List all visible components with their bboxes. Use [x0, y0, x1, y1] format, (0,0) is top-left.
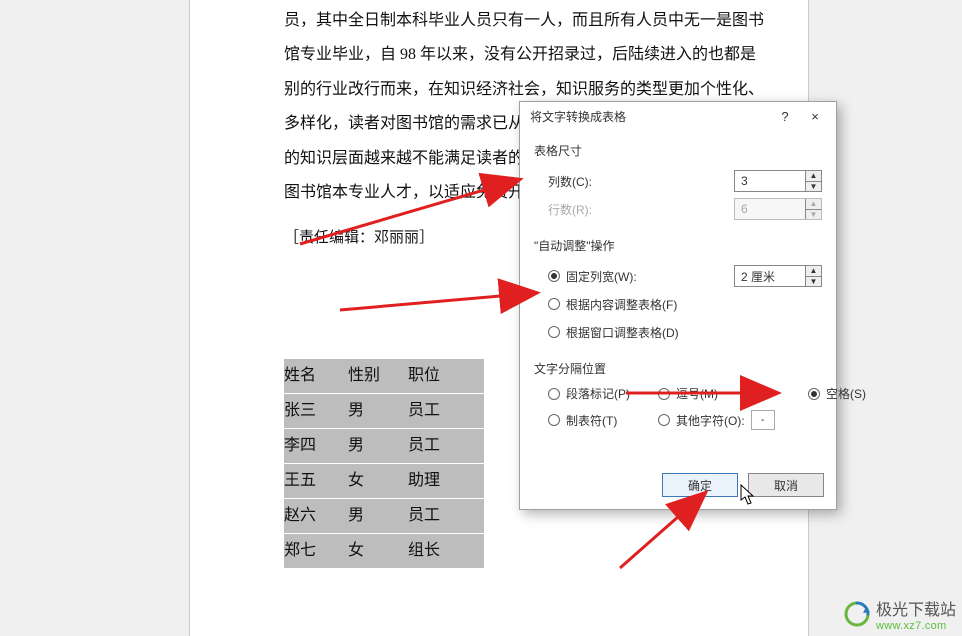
- cell: 李四: [284, 429, 344, 463]
- radio-icon[interactable]: [658, 414, 670, 426]
- watermark-logo-icon: [844, 601, 870, 627]
- rows-row: 行数(R): 6 ▲ ▼: [534, 195, 822, 223]
- table-row: 王五 女 助理: [284, 464, 484, 498]
- help-button[interactable]: ?: [770, 105, 800, 127]
- spin-up-icon[interactable]: ▲: [806, 266, 821, 277]
- columns-row: 列数(C): 3 ▲ ▼: [534, 167, 822, 195]
- cell: 张三: [284, 394, 344, 428]
- sep-other-option[interactable]: 其他字符(O): -: [658, 410, 808, 430]
- cell: 员工: [408, 429, 468, 463]
- dialog-title: 将文字转换成表格: [530, 108, 770, 125]
- table-row: 李四 男 员工: [284, 429, 484, 463]
- sep-comma-option[interactable]: 逗号(M): [658, 385, 808, 402]
- spin-up-icon: ▲: [806, 199, 821, 210]
- cancel-button[interactable]: 取消: [748, 473, 824, 497]
- radio-icon[interactable]: [548, 298, 560, 310]
- fixed-width-option[interactable]: 固定列宽(W): 2 厘米 ▲ ▼: [534, 262, 822, 290]
- radio-icon[interactable]: [548, 326, 560, 338]
- columns-value: 3: [741, 174, 748, 188]
- cell: 男: [348, 429, 404, 463]
- convert-text-to-table-dialog: 将文字转换成表格 ? × 表格尺寸 列数(C): 3 ▲ ▼ 行数(R):: [519, 101, 837, 510]
- watermark-url: www.xz7.com: [876, 620, 956, 632]
- sep-paragraph-option[interactable]: 段落标记(P): [548, 385, 658, 402]
- cell: 员工: [408, 394, 468, 428]
- cell: 员工: [408, 499, 468, 533]
- cell: 女: [348, 534, 404, 568]
- radio-icon[interactable]: [808, 388, 820, 400]
- watermark-text: 极光下载站: [876, 596, 956, 620]
- table-row: 郑七 女 组长: [284, 534, 484, 568]
- dialog-titlebar[interactable]: 将文字转换成表格 ? ×: [520, 102, 836, 130]
- ok-button[interactable]: 确定: [662, 473, 738, 497]
- dialog-body: 表格尺寸 列数(C): 3 ▲ ▼ 行数(R): 6: [520, 130, 836, 440]
- rows-value: 6: [741, 202, 748, 216]
- sep-space-label: 空格(S): [826, 385, 866, 402]
- spin-down-icon[interactable]: ▼: [806, 277, 821, 287]
- fixed-width-value: 2 厘米: [741, 268, 775, 285]
- close-button[interactable]: ×: [800, 105, 830, 127]
- cell: 组长: [408, 534, 468, 568]
- table-size-group-label: 表格尺寸: [534, 142, 822, 159]
- radio-icon[interactable]: [548, 388, 560, 400]
- rows-spinner: 6 ▲ ▼: [734, 198, 822, 220]
- sep-other-input[interactable]: -: [751, 410, 775, 430]
- document-background: 员，其中全日制本科毕业人员只有一人，而且所有人员中无一是图书 馆专业毕业，自 9…: [0, 0, 962, 636]
- spin-down-icon[interactable]: ▼: [806, 182, 821, 192]
- autofit-group-label: "自动调整"操作: [534, 237, 822, 254]
- spin-up-icon[interactable]: ▲: [806, 171, 821, 182]
- body-line: 员，其中全日制本科毕业人员只有一人，而且所有人员中无一是图书: [284, 4, 814, 38]
- cell: 助理: [408, 464, 468, 498]
- body-line: 馆专业毕业，自 98 年以来，没有公开招录过，后陆续进入的也都是: [284, 38, 814, 72]
- radio-icon[interactable]: [548, 270, 560, 282]
- cell: 女: [348, 464, 404, 498]
- autofit-window-label: 根据窗口调整表格(D): [566, 324, 679, 341]
- fixed-width-spinner[interactable]: 2 厘米 ▲ ▼: [734, 265, 822, 287]
- cell: 王五: [284, 464, 344, 498]
- separator-group-label: 文字分隔位置: [534, 360, 822, 377]
- sep-tab-option[interactable]: 制表符(T): [548, 412, 658, 429]
- autofit-content-option[interactable]: 根据内容调整表格(F): [534, 290, 822, 318]
- selected-text-block[interactable]: 姓名 性别 职位 张三 男 员工 李四 男 员工 王五 女 助理 赵六 男 员工…: [284, 359, 484, 569]
- radio-icon[interactable]: [658, 388, 670, 400]
- columns-spinner[interactable]: 3 ▲ ▼: [734, 170, 822, 192]
- cell: 职位: [408, 359, 468, 393]
- sep-comma-label: 逗号(M): [676, 385, 718, 402]
- cell: 男: [348, 394, 404, 428]
- watermark: 极光下载站 www.xz7.com: [844, 596, 956, 632]
- cell: 郑七: [284, 534, 344, 568]
- cell: 赵六: [284, 499, 344, 533]
- radio-icon[interactable]: [548, 414, 560, 426]
- cell: 姓名: [284, 359, 344, 393]
- fixed-width-label: 固定列宽(W):: [566, 268, 637, 285]
- autofit-window-option[interactable]: 根据窗口调整表格(D): [534, 318, 822, 346]
- cell: 性别: [348, 359, 404, 393]
- table-row: 姓名 性别 职位: [284, 359, 484, 393]
- table-row: 张三 男 员工: [284, 394, 484, 428]
- spin-down-icon: ▼: [806, 210, 821, 220]
- rows-label: 行数(R):: [548, 201, 644, 218]
- cell: 男: [348, 499, 404, 533]
- sep-paragraph-label: 段落标记(P): [566, 385, 630, 402]
- autofit-content-label: 根据内容调整表格(F): [566, 296, 677, 313]
- table-row: 赵六 男 员工: [284, 499, 484, 533]
- sep-space-option[interactable]: 空格(S): [808, 385, 868, 402]
- columns-label: 列数(C):: [548, 173, 644, 190]
- sep-tab-label: 制表符(T): [566, 412, 617, 429]
- sep-other-label: 其他字符(O):: [676, 412, 745, 429]
